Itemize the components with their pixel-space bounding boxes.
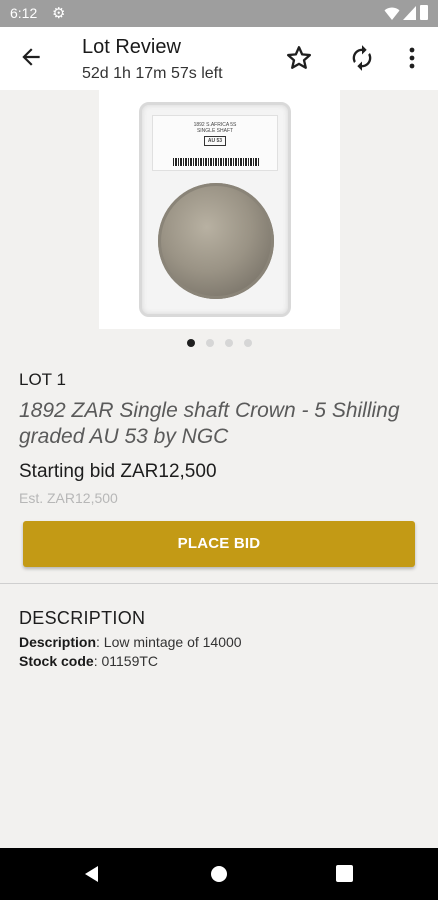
stock-code-row: Stock code: 01159TC [19,653,159,669]
app-bar: Lot Review 52d 1h 17m 57s left [0,27,438,90]
description-row: Description: Low mintage of 14000 [19,634,242,650]
nav-recents-icon[interactable] [336,865,353,882]
lot-image[interactable]: 1892 S.AFRICA 5S SINGLE SHAFT AU 53 [99,90,340,329]
lot-title: 1892 ZAR Single shaft Crown - 5 Shilling… [19,399,400,448]
nav-home-icon[interactable] [211,866,227,882]
pager-dot[interactable] [244,339,252,347]
starting-bid: Starting bid ZAR12,500 [19,461,217,482]
pager-dot[interactable] [225,339,233,347]
pager-dot[interactable] [206,339,214,347]
time-remaining: 52d 1h 17m 57s left [82,65,223,82]
battery-icon [420,5,428,20]
status-bar: 6:12 ⚙ [0,0,438,27]
divider [0,583,438,584]
more-vertical-icon[interactable] [402,45,422,71]
lot-number: LOT 1 [19,370,66,389]
arrow-left-icon[interactable] [18,44,44,70]
place-bid-button[interactable]: PLACE BID [23,521,415,567]
page-title: Lot Review [82,36,181,58]
refresh-icon[interactable] [348,44,376,72]
star-outline-icon[interactable] [285,44,313,72]
status-time: 6:12 [10,5,38,21]
wifi-icon [384,7,400,20]
pager-dot-active[interactable] [187,339,195,347]
coin [158,183,274,299]
slab-grade: AU 53 [203,136,227,146]
system-nav-bar [0,848,438,900]
image-pager-dots [187,339,253,349]
description-heading: DESCRIPTION [19,608,146,628]
slab-label: 1892 S.AFRICA 5S SINGLE SHAFT AU 53 [152,115,278,171]
barcode [173,158,259,166]
coin-slab: 1892 S.AFRICA 5S SINGLE SHAFT AU 53 [139,102,291,317]
gear-icon: ⚙ [52,5,66,22]
nav-back-icon[interactable] [82,864,102,884]
signal-icon [403,6,416,20]
estimate: Est. ZAR12,500 [19,490,118,506]
